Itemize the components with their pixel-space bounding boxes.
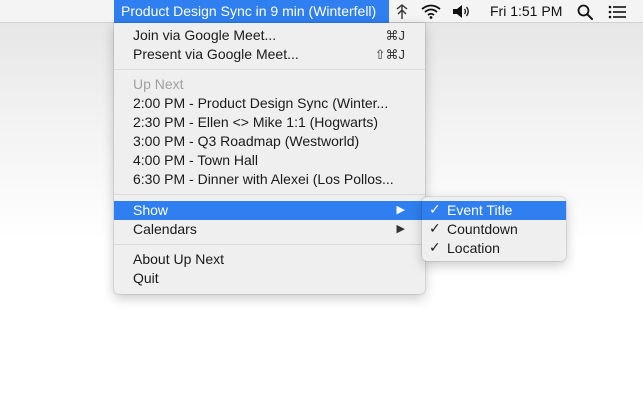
submenu-item-label: Countdown: [447, 221, 518, 237]
up-next-header: Up Next: [133, 76, 184, 92]
menu-item-about[interactable]: About Up Next: [114, 250, 425, 269]
event-item[interactable]: 4:00 PM - Town Hall: [114, 151, 425, 170]
menu-separator: [114, 194, 425, 195]
submenu-item-event-title[interactable]: ✓ Event Title: [422, 201, 566, 220]
menubar-clock[interactable]: Fri 1:51 PM: [490, 0, 562, 23]
menu-item-label: Present via Google Meet...: [133, 46, 299, 62]
submenu-item-countdown[interactable]: ✓ Countdown: [422, 220, 566, 239]
menu-item-show[interactable]: Show ▶: [114, 201, 425, 220]
menu-item-join-meet[interactable]: Join via Google Meet... ⌘J: [114, 26, 425, 45]
wifi-icon[interactable]: [420, 2, 442, 21]
menu-item-calendars[interactable]: Calendars ▶: [114, 220, 425, 239]
checkmark-icon: ✓: [429, 202, 441, 218]
menu-item-quit[interactable]: Quit: [114, 269, 425, 288]
menu-separator: [114, 69, 425, 70]
show-submenu: ✓ Event Title ✓ Countdown ✓ Location: [422, 197, 566, 261]
event-item[interactable]: 2:00 PM - Product Design Sync (Winter...: [114, 94, 425, 113]
submenu-item-location[interactable]: ✓ Location: [422, 239, 566, 258]
event-item[interactable]: 2:30 PM - Ellen <> Mike 1:1 (Hogwarts): [114, 113, 425, 132]
menu-item-label: Calendars: [133, 221, 197, 237]
keyboard-shortcut: ⌘J: [385, 28, 406, 43]
submenu-arrow-icon: ▶: [396, 204, 405, 216]
menu-separator: [114, 244, 425, 245]
menu-item-label: Join via Google Meet...: [133, 27, 277, 43]
menu-item-present-meet[interactable]: Present via Google Meet... ⇧⌘J: [114, 45, 425, 64]
upnext-dropdown-menu: Join via Google Meet... ⌘J Present via G…: [114, 23, 425, 294]
submenu-arrow-icon: ▶: [396, 223, 405, 235]
menu-item-label: Show: [133, 202, 169, 218]
submenu-item-label: Location: [447, 240, 500, 256]
event-item[interactable]: 6:30 PM - Dinner with Alexei (Los Pollos…: [114, 170, 425, 189]
notification-center-icon[interactable]: [607, 2, 627, 21]
volume-icon[interactable]: [452, 2, 472, 21]
checkmark-icon: ✓: [429, 221, 441, 237]
submenu-item-label: Event Title: [447, 202, 513, 218]
upnext-menubar-title[interactable]: Product Design Sync in 9 min (Winterfell…: [114, 0, 389, 23]
spotlight-search-icon[interactable]: [576, 2, 594, 21]
menu-bar: Product Design Sync in 9 min (Winterfell…: [0, 0, 643, 23]
event-item[interactable]: 3:00 PM - Q3 Roadmap (Westworld): [114, 132, 425, 151]
checkmark-icon: ✓: [429, 240, 441, 256]
keyboard-shortcut: ⇧⌘J: [374, 47, 405, 62]
upnext-logo-icon[interactable]: [394, 2, 410, 21]
